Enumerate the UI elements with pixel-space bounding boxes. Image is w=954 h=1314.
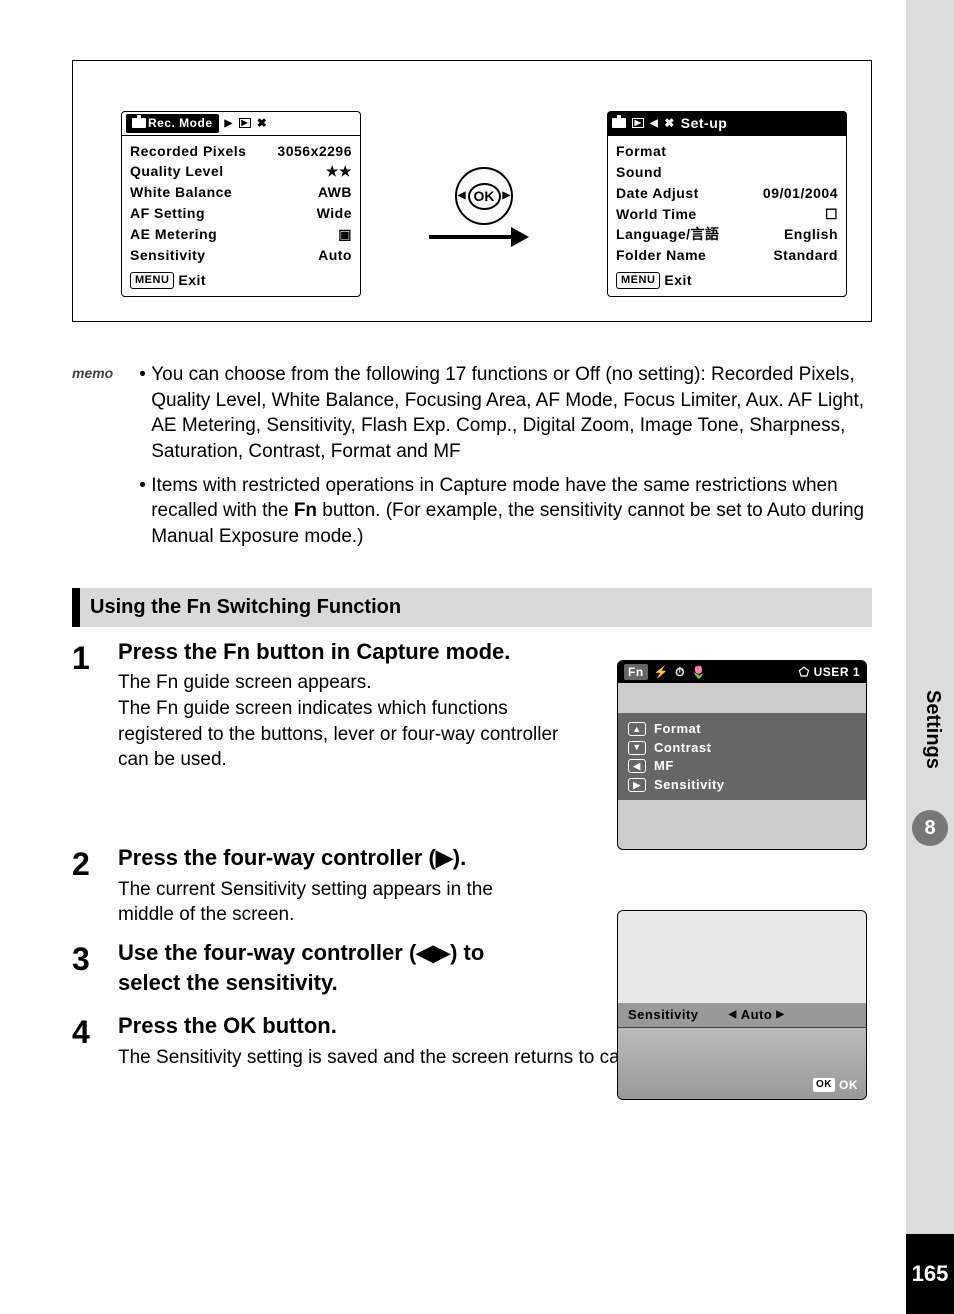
lcd-row: White BalanceAWB (130, 183, 352, 202)
lcd-row: Sound (616, 163, 838, 182)
macro-icon: 🌷 (691, 664, 706, 680)
tools-tab-icon: ✖ (664, 115, 675, 131)
lcd-row: World Time☐ (616, 205, 838, 224)
page-number: 165 (906, 1234, 954, 1314)
fn-row: ▲Format (628, 720, 856, 738)
camera-tab-active: Rec. Mode (126, 114, 219, 132)
menu-chip: MENU (130, 272, 174, 289)
step-number: 4 (72, 1011, 100, 1070)
sensitivity-label: Sensitivity (628, 1006, 699, 1024)
playback-tab-icon: ▶ (239, 118, 251, 128)
fn-row: ▼Contrast (628, 739, 856, 757)
setup-screen: ▶ ◀ ✖ Set-up Format Sound Date Adjust09/… (607, 111, 847, 297)
right-arrow-icon: ▶ (503, 189, 511, 203)
fn-row: ◀MF (628, 757, 856, 775)
sensitivity-value: Auto (741, 1006, 773, 1024)
ok-outline-label: OK (839, 1077, 858, 1093)
left-arrow-icon: ◀ (458, 189, 466, 203)
tab-arrow-icon: ◀ (650, 117, 658, 131)
ok-chip: OK (813, 1078, 835, 1092)
step-number: 1 (72, 637, 100, 773)
fn-row: ▶Sensitivity (628, 776, 856, 794)
step-text: The Fn guide screen appears. The Fn guid… (118, 670, 578, 773)
lcd-row: Language/言語English (616, 225, 838, 244)
rec-mode-screen: Rec. Mode ▶ ▶ ✖ Recorded Pixels3056x2296… (121, 111, 361, 296)
up-arrow-icon: ▲ (628, 722, 646, 736)
step-title: Press the Fn button in Capture mode. (118, 637, 578, 667)
ok-label: OK (468, 183, 501, 210)
sensitivity-screenshot: Sensitivity ◀ Auto▶ OK OK (617, 910, 867, 1100)
step-title: Press the four-way controller (▶). (118, 843, 548, 873)
fn-guide-screenshot: Fn ⚡ ⏱ 🌷 ⬠ USER 1 ▲Format ▼Contrast ◀MF … (617, 660, 867, 850)
timer-icon: ⏱ (675, 664, 685, 680)
left-arrow-icon: ◀ (628, 759, 646, 773)
fn-chip: Fn (624, 664, 648, 680)
lcd-row: AE Metering▣ (130, 225, 352, 244)
lcd-row: Format (616, 142, 838, 161)
setup-title: Set-up (681, 114, 728, 133)
menu-chip: MENU (616, 272, 660, 289)
step-number: 3 (72, 938, 100, 1001)
right-arrow-icon: ▶ (776, 1008, 784, 1022)
side-section-label: Settings (919, 690, 946, 769)
sidebar-gray (906, 0, 954, 1314)
step-text: The current Sensitivity setting appears … (118, 877, 548, 928)
exit-label: Exit (178, 271, 206, 290)
right-long-arrow-icon (429, 231, 539, 241)
exit-label: Exit (664, 271, 692, 290)
down-arrow-icon: ▼ (628, 741, 646, 755)
lcd-row: Date Adjust09/01/2004 (616, 184, 838, 203)
memo-bullet: You can choose from the following 17 fun… (151, 362, 872, 465)
lcd-row: SensitivityAuto (130, 246, 352, 265)
right-arrow-icon: ▶ (628, 778, 646, 792)
camera-icon (132, 118, 146, 128)
lcd-row: Folder NameStandard (616, 246, 838, 265)
lcd-row: Quality Level★★ (130, 162, 352, 181)
playback-tab-icon: ▶ (632, 118, 644, 128)
memo-block: memo You can choose from the following 1… (72, 362, 872, 557)
memo-icon: memo (72, 362, 113, 557)
side-chapter-chip: 8 (912, 810, 948, 846)
camera-tab-icon (612, 118, 626, 128)
ok-button-graphic: ◀ OK ▶ (455, 167, 513, 225)
memo-bullet: Items with restricted operations in Capt… (151, 473, 872, 550)
step-title: Use the four-way controller (◀▶) to sele… (118, 938, 548, 997)
mode-dial-icon: ⬠ (799, 664, 810, 680)
step-number: 2 (72, 843, 100, 928)
tab-arrow-icon: ▶ (225, 117, 233, 131)
diagram-box: Rec. Mode ▶ ▶ ✖ Recorded Pixels3056x2296… (72, 60, 872, 322)
lcd-row: AF SettingWide (130, 204, 352, 223)
lcd-row: Recorded Pixels3056x2296 (130, 142, 352, 161)
flash-icon: ⚡ (654, 664, 669, 680)
left-arrow-icon: ◀ (729, 1008, 737, 1022)
user-mode-label: USER 1 (814, 664, 860, 680)
setup-tab-icon: ✖ (257, 115, 268, 131)
section-heading: Using the Fn Switching Function (72, 588, 872, 627)
